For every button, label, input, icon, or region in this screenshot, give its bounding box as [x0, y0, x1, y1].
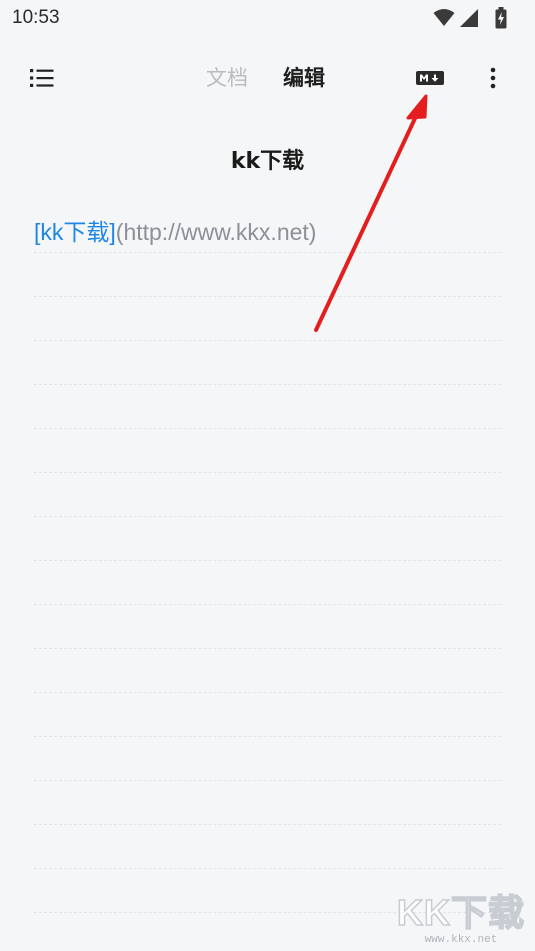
ruled-line	[34, 648, 501, 649]
ruled-line	[34, 428, 501, 429]
markdown-link-line[interactable]: [kk下载](http://www.kkx.net)	[34, 216, 316, 248]
watermark: KK下载 www.kkx.net	[391, 892, 531, 947]
ruled-line	[34, 868, 501, 869]
tab-edit[interactable]: 编辑	[283, 64, 325, 92]
ruled-line	[34, 340, 501, 341]
list-menu-icon	[30, 69, 54, 87]
battery-charging-icon	[495, 7, 507, 29]
ruled-line	[34, 736, 501, 737]
markdown-button[interactable]	[416, 69, 444, 87]
document-title[interactable]: kk下载	[34, 146, 501, 178]
ruled-line	[34, 472, 501, 473]
markdown-icon	[416, 71, 444, 85]
wifi-icon	[433, 9, 455, 26]
more-vertical-icon	[490, 67, 496, 89]
ruled-line	[34, 384, 501, 385]
ruled-line	[34, 252, 501, 253]
status-bar: 10:53	[0, 0, 535, 40]
watermark-logo: KK下载	[396, 892, 525, 934]
editor-area[interactable]: kk下载 [kk下载](http://www.kkx.net)	[34, 130, 501, 951]
tab-document[interactable]: 文档	[206, 64, 248, 92]
signal-icon	[460, 9, 478, 27]
more-options-button[interactable]	[484, 64, 502, 92]
ruled-line	[34, 296, 501, 297]
ruled-line	[34, 692, 501, 693]
link-url[interactable]: (http://www.kkx.net)	[116, 219, 317, 245]
outline-menu-button[interactable]	[28, 64, 56, 92]
toolbar: 文档 编辑	[0, 52, 535, 104]
ruled-line	[34, 516, 501, 517]
ruled-line	[34, 780, 501, 781]
link-text[interactable]: [kk下载]	[34, 219, 116, 245]
ruled-line	[34, 604, 501, 605]
ruled-line	[34, 560, 501, 561]
status-time: 10:53	[12, 7, 60, 28]
watermark-url: www.kkx.net	[424, 934, 498, 946]
ruled-line	[34, 824, 501, 825]
